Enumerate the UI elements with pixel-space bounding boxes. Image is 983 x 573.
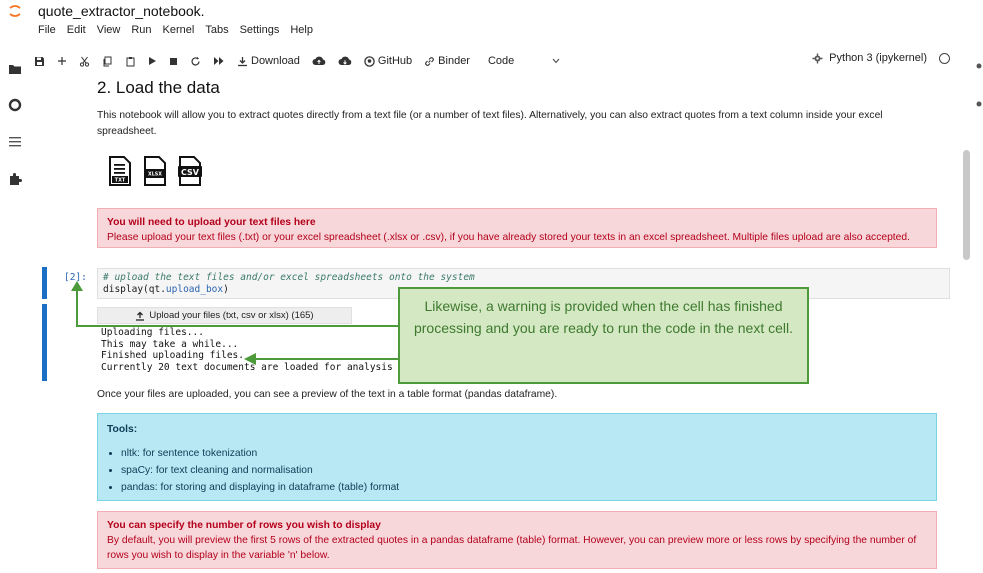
menu-run[interactable]: Run: [131, 24, 151, 40]
csv-file-icon: CSV: [178, 156, 202, 186]
intro-text: This notebook will allow you to extract …: [97, 110, 883, 137]
github-button[interactable]: GitHub: [364, 55, 412, 67]
cut-icon[interactable]: [79, 56, 90, 67]
property-inspector-icon[interactable]: [976, 62, 982, 70]
cell-type-select[interactable]: Code: [488, 55, 560, 67]
section-heading: 2. Load the data: [97, 78, 220, 97]
svg-text:CSV: CSV: [181, 168, 200, 177]
toc-icon[interactable]: [8, 135, 22, 149]
txt-file-icon: TXT: [109, 156, 131, 186]
execution-count: [2]:: [64, 272, 87, 283]
github-icon: [364, 55, 375, 67]
output-line: Uploading files...: [101, 327, 204, 338]
chevron-down-icon: [552, 58, 560, 64]
copy-icon[interactable]: [102, 56, 113, 67]
running-icon[interactable]: [8, 98, 22, 112]
menu-view[interactable]: View: [97, 24, 121, 40]
output-line: Currently 20 text documents are loaded f…: [101, 361, 393, 373]
svg-text:TXT: TXT: [115, 178, 126, 184]
left-sidebar: [0, 52, 30, 573]
kernel-status[interactable]: Python 3 (ipykernel): [812, 52, 950, 64]
menu-file[interactable]: File: [38, 24, 56, 40]
kernel-idle-icon: [939, 52, 950, 64]
upload-icon: [136, 311, 145, 321]
cell-type-value: Code: [487, 55, 515, 67]
annotation-callout: Likewise, a warning is provided when the…: [398, 287, 809, 384]
code-comment: # upload the text files and/or excel spr…: [103, 272, 475, 283]
binder-button[interactable]: Binder: [424, 55, 470, 67]
menu-settings[interactable]: Settings: [240, 24, 280, 40]
preview-text: Once your files are uploaded, you can se…: [97, 389, 558, 400]
add-cell-icon[interactable]: [57, 56, 67, 66]
notebook-title[interactable]: quote_extractor_notebook.: [38, 3, 205, 19]
xlsx-file-icon: XLSX: [144, 156, 166, 186]
run-icon[interactable]: [148, 56, 157, 66]
menu-tabs[interactable]: Tabs: [205, 24, 228, 40]
svg-text:XLSX: XLSX: [148, 172, 162, 178]
binder-label: Binder: [438, 55, 470, 67]
upload-alert: You will need to upload your text files …: [97, 208, 937, 248]
file-type-icons: TXT XLSX CSV: [108, 156, 202, 186]
upload-alert-body: Please upload your text files (.txt) or …: [107, 232, 910, 243]
restart-icon[interactable]: [190, 56, 201, 67]
debugger-icon[interactable]: [976, 100, 982, 108]
tools-list: nltk: for sentence tokenization spaCy: f…: [107, 446, 927, 495]
tools-title: Tools:: [107, 424, 138, 435]
menu-kernel[interactable]: Kernel: [163, 24, 195, 40]
kernel-name: Python 3 (ipykernel): [829, 52, 927, 64]
folder-icon[interactable]: [8, 62, 22, 76]
stop-icon[interactable]: [169, 57, 178, 66]
cell-output: Uploading files... This may take a while…: [101, 327, 393, 373]
gear-icon: [812, 53, 823, 63]
list-item: nltk: for sentence tokenization: [121, 446, 927, 461]
menu-edit[interactable]: Edit: [67, 24, 86, 40]
cell-selection-bar[interactable]: [42, 267, 47, 299]
extension-icon[interactable]: [8, 172, 22, 186]
list-item: spaCy: for text cleaning and normalisati…: [121, 463, 927, 478]
title-bar: quote_extractor_notebook.: [0, 0, 983, 22]
github-label: GitHub: [377, 55, 413, 67]
output-line: Finished uploading files.: [101, 350, 244, 361]
download-icon: [238, 56, 247, 66]
rows-alert: You can specify the number of rows you w…: [97, 511, 937, 569]
cloud-download-icon[interactable]: [338, 56, 352, 66]
paste-icon[interactable]: [125, 56, 136, 67]
tools-info-box: Tools: nltk: for sentence tokenization s…: [97, 413, 937, 501]
rows-alert-title: You can specify the number of rows you w…: [107, 520, 381, 531]
download-label: Download: [251, 55, 300, 67]
link-icon: [425, 56, 435, 66]
upload-files-button[interactable]: Upload your files (txt, csv or xlsx) (16…: [97, 307, 352, 324]
menu-bar: File Edit View Run Kernel Tabs Settings …: [38, 24, 324, 40]
output-line: This may take a while...: [101, 338, 239, 350]
download-button[interactable]: Download: [237, 55, 300, 67]
right-sidebar-strip: [975, 52, 983, 573]
upload-alert-title: You will need to upload your text files …: [107, 217, 316, 228]
jupyter-logo-icon: [9, 5, 21, 17]
cloud-upload-icon[interactable]: [312, 56, 326, 66]
notebook-toolbar: Download GitHub Binder Code Python 3 (ip…: [34, 52, 978, 70]
menu-help[interactable]: Help: [290, 24, 313, 40]
upload-button-label: Upload your files (txt, csv or xlsx) (16…: [149, 310, 314, 321]
fast-forward-icon[interactable]: [213, 56, 225, 66]
save-icon[interactable]: [34, 56, 45, 67]
rows-alert-body: By default, you will preview the first 5…: [107, 535, 917, 561]
list-item: pandas: for storing and displaying in da…: [121, 480, 927, 495]
vertical-scrollbar[interactable]: [963, 150, 970, 260]
output-collapse-bar[interactable]: [42, 304, 47, 381]
